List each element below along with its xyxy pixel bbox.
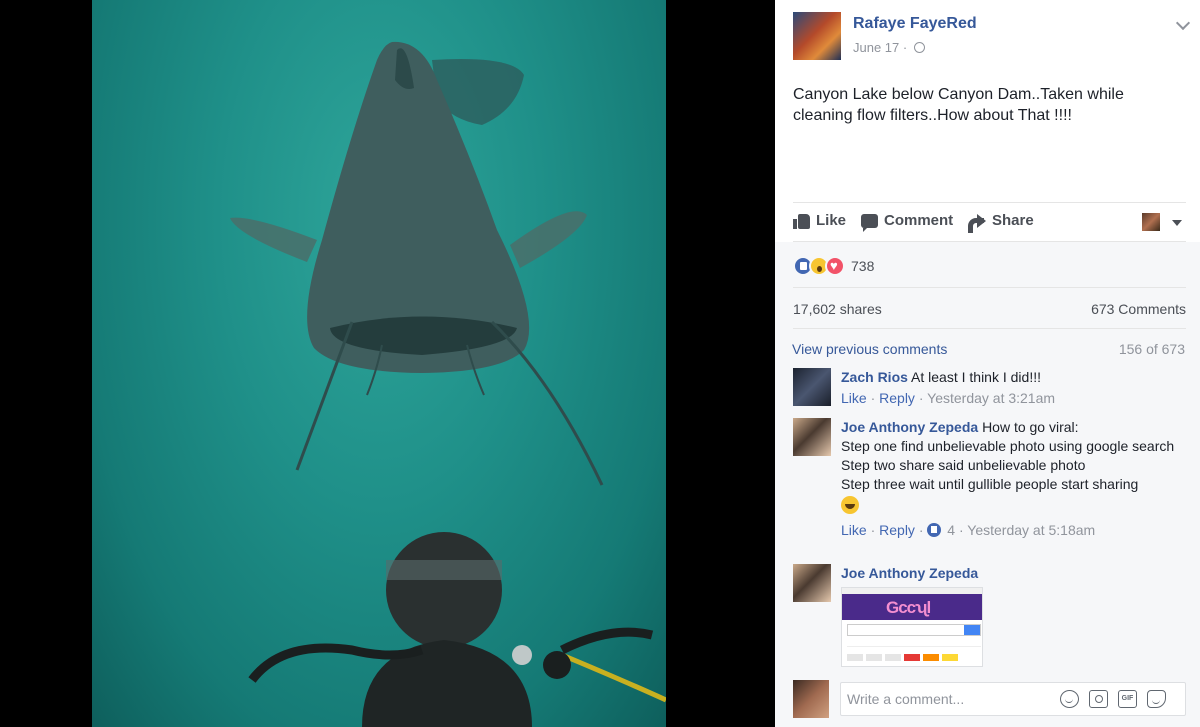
caret-down-icon[interactable] — [1172, 220, 1182, 226]
date-separator: · — [902, 40, 908, 55]
comment-meta: Like · Reply · Yesterday at 3:21am — [841, 389, 1186, 408]
comment-like-badge-icon — [927, 523, 942, 537]
view-previous-comments-link[interactable]: View previous comments — [792, 341, 947, 357]
comment-text-line: Step two share said unbelievable photo — [841, 457, 1086, 473]
photo-viewer — [0, 0, 775, 727]
engagement-counts: 17,602 shares 673 Comments — [793, 287, 1186, 329]
comment-body: Zach Rios At least I think I did!!! Like… — [841, 368, 1186, 408]
meta-separator: · — [870, 522, 876, 538]
comment-text: At least I think I did!!! — [911, 369, 1041, 385]
comment-body: Joe Anthony Zepeda How to go viral: Step… — [841, 418, 1186, 540]
comment-text-line: Step three wait until gullible people st… — [841, 476, 1139, 492]
commenter-avatar[interactable] — [793, 368, 831, 406]
meta-separator: · — [918, 522, 924, 538]
shares-count[interactable]: 17,602 shares — [793, 301, 882, 317]
commenter-avatar[interactable] — [793, 418, 831, 456]
commenter-name[interactable]: Zach Rios — [841, 369, 908, 385]
comment-like-link[interactable]: Like — [841, 390, 867, 406]
sticker-icon[interactable] — [1147, 690, 1166, 708]
meta-separator: · — [958, 522, 964, 538]
share-label: Share — [992, 212, 1034, 229]
composer-tools: GIF — [1060, 690, 1166, 708]
comment-text-line: How to go viral: — [982, 419, 1079, 435]
love-reaction-icon — [825, 256, 845, 276]
comment-composer: GIF — [793, 680, 1188, 722]
thumbs-up-icon — [793, 213, 810, 229]
comment-text-line: Step one find unbelievable photo using g… — [841, 438, 1175, 454]
gif-icon[interactable]: GIF — [1118, 690, 1137, 708]
comment-label: Comment — [884, 212, 954, 229]
comment-like-link[interactable]: Like — [841, 522, 867, 538]
comment-like-count[interactable]: 4 — [947, 522, 955, 538]
author-name[interactable]: Rafaye FayeRed — [853, 15, 977, 33]
post-timestamp[interactable]: June 17 · — [853, 40, 925, 55]
emoji-icon[interactable] — [1060, 690, 1079, 708]
comments-count[interactable]: 673 Comments — [1091, 301, 1186, 317]
post-as-avatar[interactable] — [1142, 213, 1160, 231]
commenter-avatar[interactable] — [793, 564, 831, 602]
comment-time[interactable]: Yesterday at 5:18am — [967, 522, 1095, 538]
author-avatar[interactable] — [793, 12, 841, 60]
camera-icon[interactable] — [1089, 690, 1108, 708]
comment-screenshot-image[interactable]: Gccʯl — [841, 587, 983, 667]
comment-button[interactable]: Comment — [861, 212, 954, 232]
comment-reply-link[interactable]: Reply — [879, 522, 915, 538]
reactions-summary[interactable]: 738 — [793, 256, 874, 276]
like-label: Like — [816, 212, 847, 229]
comment-body: Joe Anthony Zepeda Gccʯl — [841, 564, 1186, 667]
meta-separator: · — [870, 390, 876, 406]
share-arrow-icon — [968, 213, 986, 233]
commenter-name[interactable]: Joe Anthony Zepeda — [841, 419, 978, 435]
globe-icon — [913, 42, 925, 53]
post-photo[interactable] — [92, 0, 666, 727]
current-user-avatar[interactable] — [793, 680, 829, 718]
post-action-bar: Like Comment Share — [793, 202, 1186, 242]
doodle-logo-image: Gccʯl — [886, 598, 931, 617]
comment-reply-link[interactable]: Reply — [879, 390, 915, 406]
feedback-section: 738 17,602 shares 673 Comments View prev… — [775, 242, 1200, 727]
post-message: Canyon Lake below Canyon Dam..Taken whil… — [793, 86, 1124, 124]
comment-meta: Like · Reply · 4 · Yesterday at 5:18am — [841, 521, 1186, 540]
laughing-emoji-icon — [841, 496, 859, 514]
share-button[interactable]: Share — [968, 212, 1034, 233]
post-header: Rafaye FayeRed June 17 · — [793, 12, 1191, 62]
commenter-name[interactable]: Joe Anthony Zepeda — [841, 565, 978, 581]
comment-time[interactable]: Yesterday at 3:21am — [927, 390, 1055, 406]
post-date[interactable]: June 17 — [853, 40, 899, 55]
post-options-chevron-icon[interactable] — [1175, 15, 1191, 31]
post-panel: Rafaye FayeRed June 17 · Canyon Lake bel… — [775, 0, 1200, 727]
reaction-count[interactable]: 738 — [851, 258, 874, 274]
comments-pager: 156 of 673 — [1118, 341, 1185, 357]
meta-separator: · — [918, 390, 924, 406]
like-button[interactable]: Like — [793, 212, 846, 229]
search-icon — [964, 625, 980, 635]
catfish-diver-scene — [230, 41, 666, 727]
comment-bubble-icon — [861, 213, 878, 232]
